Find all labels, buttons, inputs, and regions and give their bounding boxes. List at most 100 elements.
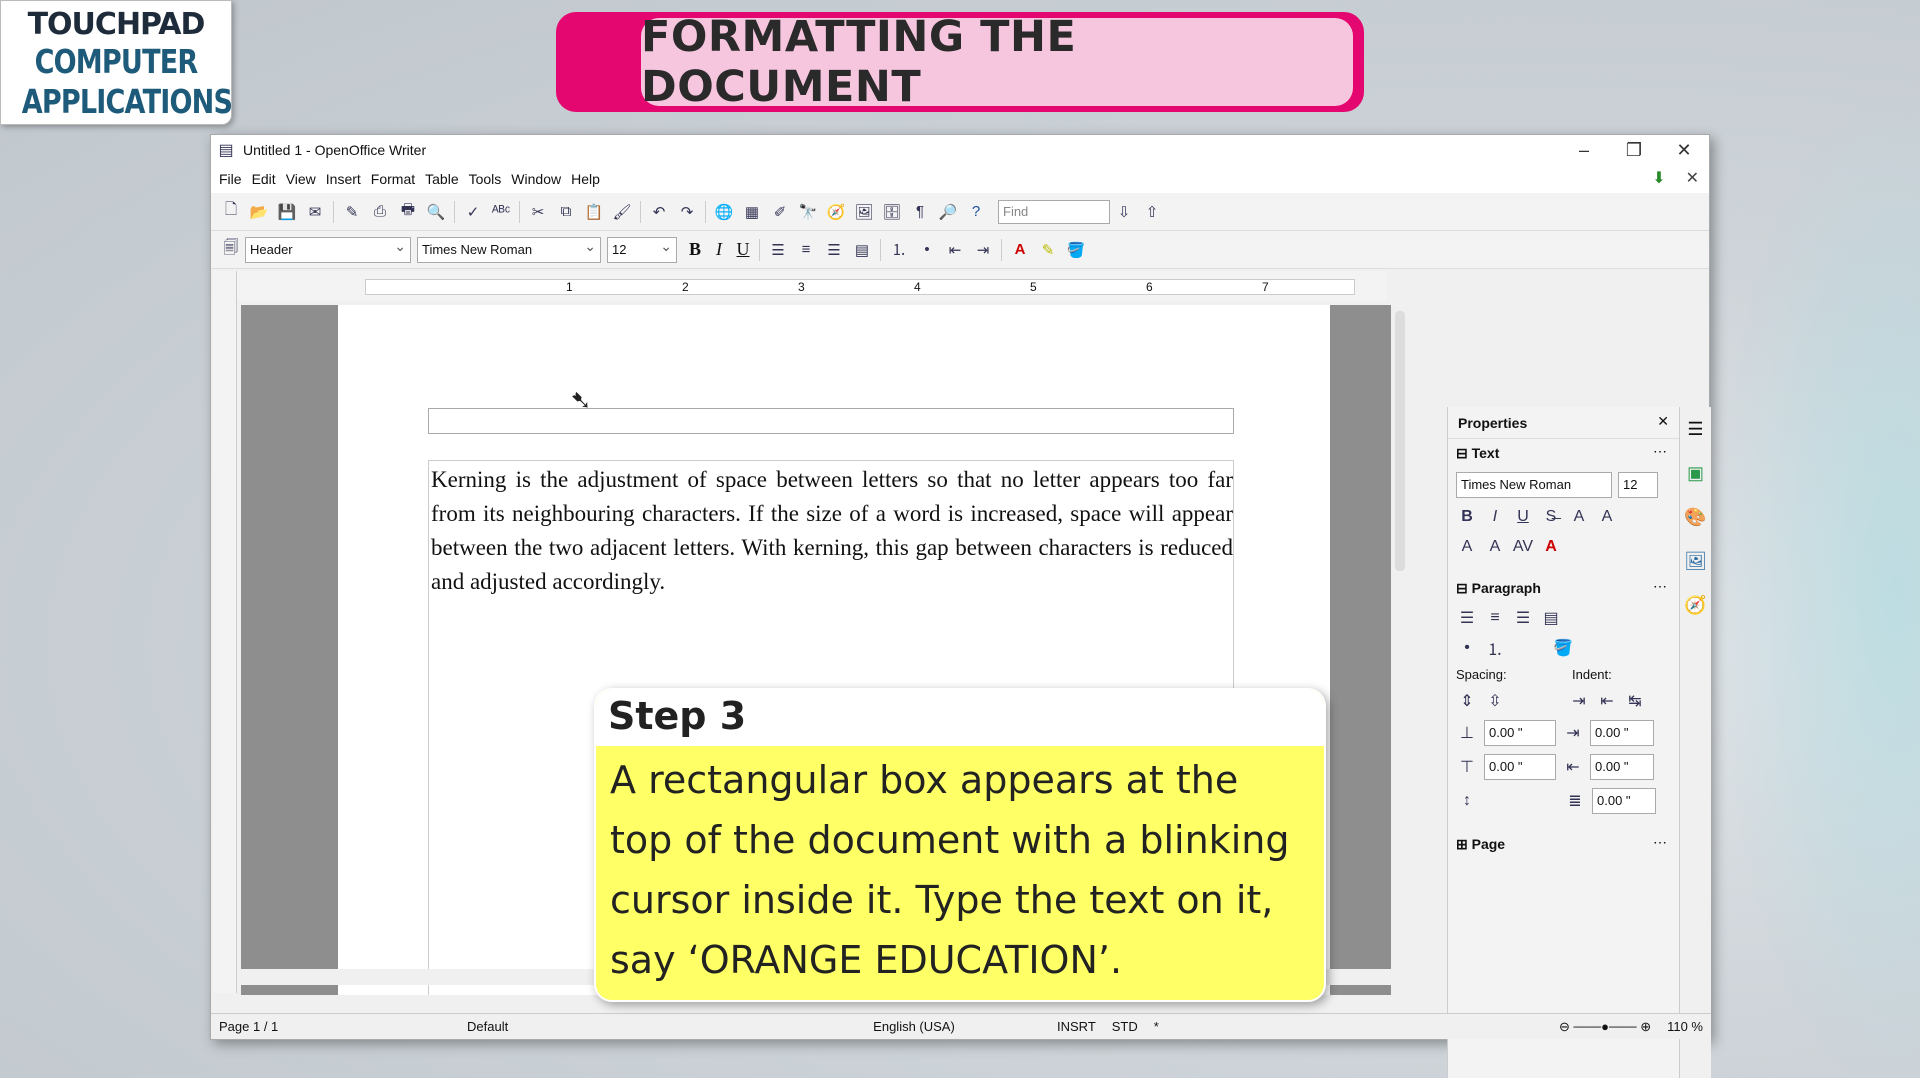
increase-indent-icon[interactable]: ⇥	[971, 238, 995, 262]
bold-icon[interactable]: B	[683, 239, 707, 260]
find-previous-icon[interactable]: ⇧	[1140, 200, 1164, 224]
close-icon[interactable]: ✕	[1659, 140, 1709, 161]
sidebar-font-select[interactable]: Times New Roman	[1456, 472, 1612, 498]
open-icon[interactable]: 📂	[247, 200, 271, 224]
underline-icon[interactable]: U	[1512, 506, 1534, 528]
table-icon[interactable]: ▦	[740, 200, 764, 224]
find-next-icon[interactable]: ⇩	[1112, 200, 1136, 224]
edit-file-icon[interactable]: ✎	[340, 200, 364, 224]
align-left-icon[interactable]: ☰	[1456, 607, 1478, 629]
navigator-icon[interactable]: 🧭	[824, 200, 848, 224]
more-options-icon[interactable]: ⋯	[1653, 834, 1667, 851]
sidebar-menu-icon[interactable]: ☰	[1683, 419, 1709, 445]
align-right-icon[interactable]: ☰	[1512, 607, 1534, 629]
more-options-icon[interactable]: ⋯	[1653, 578, 1667, 595]
new-document-icon[interactable]: 🗋	[219, 200, 243, 224]
properties-tab-icon[interactable]: ▣	[1683, 463, 1709, 489]
highlight-icon[interactable]: ✎	[1036, 238, 1060, 262]
first-line-indent-field[interactable]: 0.00 "	[1592, 788, 1656, 814]
menu-help[interactable]: Help	[571, 171, 600, 187]
align-left-icon[interactable]: ☰	[766, 238, 790, 262]
menu-view[interactable]: View	[286, 171, 316, 187]
align-center-icon[interactable]: ≡	[794, 238, 818, 262]
paragraph-style-select[interactable]: Header	[245, 236, 411, 263]
sidebar-font-color-icon[interactable]: A	[1540, 536, 1562, 558]
text-section-header[interactable]: ⊟ Text ⋯	[1448, 439, 1679, 468]
character-spacing-icon[interactable]: AV	[1512, 536, 1534, 558]
header-box[interactable]	[428, 408, 1234, 434]
gallery-tab-icon[interactable]: 🖼	[1683, 551, 1709, 577]
menu-edit[interactable]: Edit	[252, 171, 276, 187]
save-icon[interactable]: 💾	[275, 200, 299, 224]
zoom-icon[interactable]: 🔎	[936, 200, 960, 224]
styles-tab-icon[interactable]: 🎨	[1683, 507, 1709, 533]
status-insert-mode[interactable]: INSRT	[1049, 1019, 1104, 1034]
datasources-icon[interactable]: 🗄	[880, 200, 904, 224]
menu-table[interactable]: Table	[425, 171, 458, 187]
space-below-field[interactable]: 0.00 "	[1484, 754, 1556, 780]
cut-icon[interactable]: ✂	[526, 200, 550, 224]
grow-font-icon[interactable]: A	[1456, 536, 1478, 558]
numbering-icon[interactable]: ⒈	[887, 238, 911, 262]
paste-icon[interactable]: 📋	[582, 200, 606, 224]
gallery-icon[interactable]: 🖼	[852, 200, 876, 224]
font-name-select[interactable]: Times New Roman	[417, 236, 601, 263]
font-color-icon[interactable]: A	[1008, 238, 1032, 262]
status-zoom[interactable]: 110 %	[1659, 1019, 1711, 1034]
clone-format-icon[interactable]: 🖌	[610, 200, 634, 224]
print-icon[interactable]: 🖶	[396, 200, 420, 224]
restore-icon[interactable]: ❐	[1609, 140, 1659, 161]
page-section-header[interactable]: ⊞ Page ⋯	[1448, 830, 1679, 859]
bullets-icon[interactable]: •	[915, 238, 939, 262]
find-field[interactable]: Find	[998, 199, 1110, 224]
navigator-tab-icon[interactable]: 🧭	[1683, 595, 1709, 621]
redo-icon[interactable]: ↷	[675, 200, 699, 224]
indent-before-field[interactable]: 0.00 "	[1590, 720, 1654, 746]
numbering-icon[interactable]: ⒈	[1484, 637, 1506, 659]
decrease-spacing-icon[interactable]: ⇳	[1484, 690, 1506, 712]
italic-icon[interactable]: I	[1484, 506, 1506, 528]
print-preview-icon[interactable]: 🔍	[424, 200, 448, 224]
menu-format[interactable]: Format	[371, 171, 415, 187]
decrease-indent-icon[interactable]: ⇤	[943, 238, 967, 262]
italic-icon[interactable]: I	[707, 239, 731, 260]
draw-icon[interactable]: ✐	[768, 200, 792, 224]
sidebar-size-select[interactable]: 12	[1618, 472, 1658, 498]
styles-icon[interactable]: 🗐	[219, 238, 243, 262]
align-center-icon[interactable]: ≡	[1484, 607, 1506, 629]
background-color-icon[interactable]: 🪣	[1064, 238, 1088, 262]
increase-indent-icon[interactable]: ⇥	[1568, 690, 1590, 712]
hyperlink-icon[interactable]: 🌐	[712, 200, 736, 224]
shrink-font-icon[interactable]: A	[1484, 536, 1506, 558]
decrease-indent-icon[interactable]: ⇤	[1596, 690, 1618, 712]
scroll-thumb[interactable]	[1395, 311, 1405, 571]
minimize-icon[interactable]: –	[1559, 140, 1609, 161]
justify-icon[interactable]: ▤	[1540, 607, 1562, 629]
menu-file[interactable]: File	[219, 171, 242, 187]
superscript-icon[interactable]: A	[1596, 506, 1618, 528]
formatting-marks-icon[interactable]: ¶	[908, 200, 932, 224]
autospellcheck-icon[interactable]: ᴬᴮᶜ	[489, 200, 513, 224]
spellcheck-icon[interactable]: ✓	[461, 200, 485, 224]
line-spacing-icon[interactable]: ↕	[1456, 790, 1478, 812]
paragraph-background-icon[interactable]: 🪣	[1552, 637, 1574, 659]
export-pdf-icon[interactable]: ⎙	[368, 200, 392, 224]
bullets-icon[interactable]: •	[1456, 637, 1478, 659]
update-icon[interactable]: ⬇	[1652, 168, 1665, 188]
copy-icon[interactable]: ⧉	[554, 200, 578, 224]
strikethrough-icon[interactable]: S̶	[1540, 506, 1562, 528]
increase-spacing-icon[interactable]: ⇕	[1456, 690, 1478, 712]
font-size-select[interactable]: 12	[607, 236, 677, 263]
help-icon[interactable]: ?	[964, 200, 988, 224]
close-document-icon[interactable]: ✕	[1686, 168, 1699, 188]
underline-icon[interactable]: U	[731, 239, 755, 260]
status-selection-mode[interactable]: STD	[1104, 1019, 1146, 1034]
justify-icon[interactable]: ▤	[850, 238, 874, 262]
menu-window[interactable]: Window	[511, 171, 561, 187]
sidebar-close-icon[interactable]: ✕	[1657, 413, 1669, 430]
vertical-scrollbar[interactable]	[1391, 271, 1409, 993]
align-right-icon[interactable]: ☰	[822, 238, 846, 262]
space-above-field[interactable]: 0.00 "	[1484, 720, 1556, 746]
undo-icon[interactable]: ↶	[647, 200, 671, 224]
find-replace-icon[interactable]: 🔭	[796, 200, 820, 224]
